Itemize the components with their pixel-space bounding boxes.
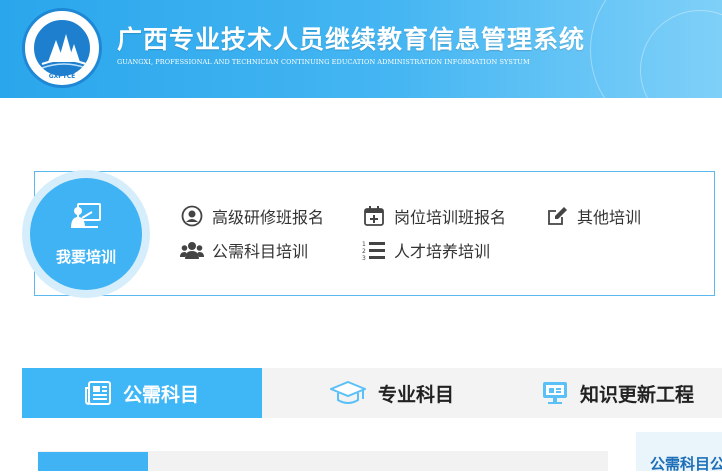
logo-text: GXPTCE: [48, 73, 76, 80]
tab-public-courses[interactable]: 公需科目: [22, 368, 262, 418]
link-label: 岗位培训班报名: [394, 208, 507, 227]
tab-knowledge-update[interactable]: 知识更新工程: [522, 368, 722, 418]
tab-label: 知识更新工程: [580, 383, 695, 406]
svg-text:1: 1: [362, 241, 366, 248]
teacher-board-icon: [70, 202, 102, 234]
site-logo[interactable]: GXPTCE: [22, 8, 102, 88]
link-public-course-training[interactable]: 公需科目培训: [180, 239, 308, 261]
numbered-list-icon: 123: [362, 239, 386, 261]
svg-text:2: 2: [362, 248, 366, 255]
link-label: 其他培训: [577, 208, 642, 227]
link-label: 人才培养培训: [394, 242, 491, 261]
user-circle-icon: [180, 205, 204, 227]
calendar-plus-icon: [362, 205, 386, 227]
link-job-training[interactable]: 岗位培训班报名: [362, 205, 506, 227]
logo-emblem: [32, 18, 92, 78]
monitor-icon: [542, 381, 568, 405]
link-advanced-seminar[interactable]: 高级研修班报名: [180, 205, 324, 227]
page-title: 广西专业技术人员继续教育信息管理系统: [117, 25, 586, 54]
tab-label: 专业科目: [377, 383, 454, 406]
link-talent-training[interactable]: 123 人才培养培训: [362, 239, 490, 261]
site-header: GXPTCE 广西专业技术人员继续教育信息管理系统 GUANGXI, PROFE…: [0, 0, 722, 98]
edit-icon: [545, 205, 569, 227]
link-label: 高级研修班报名: [212, 208, 325, 227]
svg-text:3: 3: [362, 255, 366, 261]
training-badge-label: 我要培训: [55, 248, 116, 266]
page-subtitle: GUANGXI, PROFESSIONAL AND TECHNICIAN CON…: [117, 58, 530, 66]
tab-professional-courses[interactable]: 专业科目: [302, 368, 482, 418]
course-tabs: 公需科目 专业科目 知识更新工程: [22, 368, 722, 418]
graduation-cap-icon: [329, 380, 366, 406]
newspaper-icon: [84, 381, 111, 405]
users-icon: [180, 239, 204, 261]
course-list-active-tab[interactable]: [38, 452, 148, 471]
training-badge[interactable]: 我要培训: [30, 178, 142, 290]
link-other-training[interactable]: 其他培训: [545, 205, 641, 227]
tab-label: 公需科目: [122, 383, 199, 406]
link-label: 公需科目培训: [212, 242, 309, 261]
